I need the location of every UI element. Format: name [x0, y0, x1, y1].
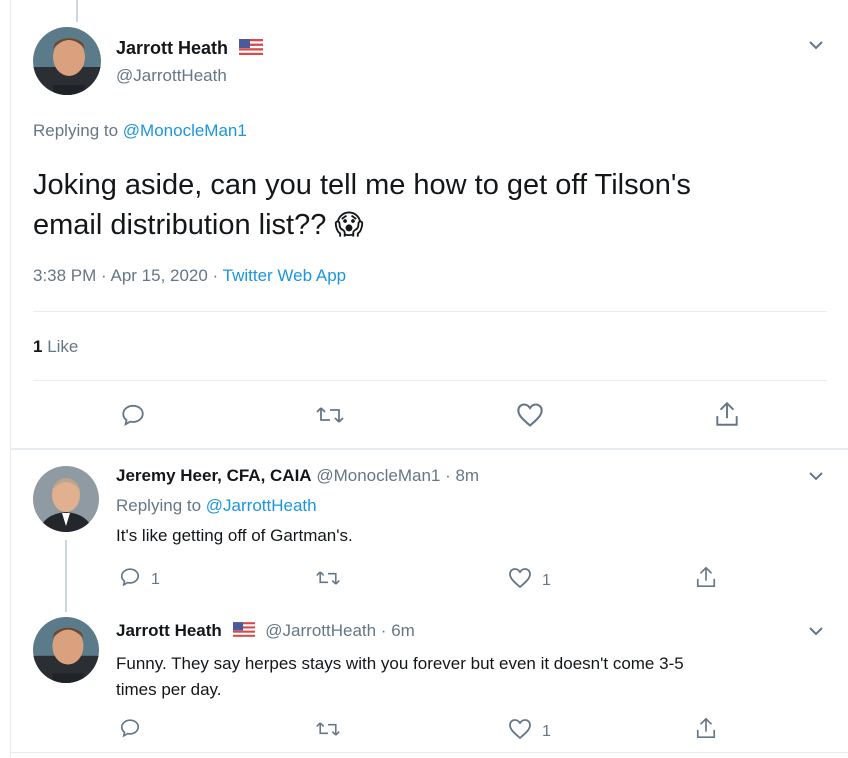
reply-text-line: Funny. They say herpes stays with you fo… — [116, 654, 684, 673]
like-icon — [508, 567, 532, 594]
like-button[interactable] — [516, 402, 544, 433]
reply-icon — [120, 402, 146, 433]
like-icon — [508, 718, 532, 745]
reply-text-line: times per day. — [116, 680, 222, 699]
author-handle-time[interactable]: @MonocleMan1 · 8m — [316, 466, 479, 485]
likes-stat[interactable]: 1 Like — [33, 337, 78, 357]
avatar[interactable] — [33, 27, 101, 95]
divider — [33, 311, 827, 312]
like-button[interactable]: 1 — [508, 567, 551, 594]
author-handle[interactable]: @JarrottHeath — [116, 66, 227, 86]
like-button[interactable]: 1 — [508, 718, 551, 745]
retweet-icon — [315, 718, 341, 745]
thread-connector-line — [65, 540, 67, 612]
tweet-source[interactable]: Twitter Web App — [223, 266, 346, 285]
share-icon — [695, 565, 717, 594]
us-flag-icon — [239, 38, 264, 60]
thread-connector-line — [76, 0, 78, 22]
likes-count: 1 — [33, 337, 43, 356]
share-button[interactable] — [695, 565, 717, 594]
share-button[interactable] — [714, 400, 740, 433]
us-flag-icon — [232, 621, 255, 642]
divider — [33, 380, 827, 381]
divider — [11, 752, 848, 753]
replying-to: Replying to @JarrottHeath — [116, 496, 317, 516]
retweet-button[interactable] — [315, 718, 341, 745]
share-icon — [695, 716, 717, 745]
replying-to: Replying to @MonocleMan1 — [33, 121, 247, 141]
avatar[interactable] — [33, 617, 99, 683]
share-icon — [714, 400, 740, 433]
reply-button[interactable]: 1 — [119, 566, 160, 593]
tweet-timestamp[interactable]: 3:38 PM · Apr 15, 2020 · — [33, 266, 218, 285]
like-count: 1 — [542, 722, 551, 740]
replying-to-link[interactable]: @MonocleMan1 — [123, 121, 247, 140]
replying-prefix: Replying to — [33, 121, 119, 140]
retweet-button[interactable] — [315, 402, 345, 433]
chevron-down-icon[interactable] — [808, 624, 824, 642]
reply-header: Jarrott Heath @JarrottHeath · 6m — [116, 621, 415, 642]
share-button[interactable] — [695, 716, 717, 745]
emoji: 😱 — [334, 209, 364, 240]
divider — [11, 448, 848, 450]
retweet-icon — [315, 567, 341, 594]
likes-label: Like — [47, 337, 79, 356]
chevron-down-icon[interactable] — [808, 469, 824, 487]
tweet-text: Joking aside, can you tell me how to get… — [33, 165, 691, 245]
author-name[interactable]: Jarrott Heath — [116, 38, 228, 58]
avatar[interactable] — [33, 466, 99, 532]
reply-count: 1 — [151, 570, 160, 588]
author-name[interactable]: Jarrott Heath — [116, 621, 222, 640]
chevron-down-icon[interactable] — [808, 38, 824, 56]
reply-button[interactable] — [119, 717, 141, 744]
author-name[interactable]: Jeremy Heer, CFA, CAIA — [116, 466, 312, 485]
tweet-text-line: Joking aside, can you tell me how to get… — [33, 169, 691, 201]
author-handle-time[interactable]: @JarrottHeath · 6m — [265, 621, 415, 640]
tweet-text-line: email distribution list?? 😱 — [33, 209, 364, 241]
retweet-icon — [315, 402, 345, 433]
reply-text: Funny. They say herpes stays with you fo… — [116, 651, 684, 703]
reply-text: It's like getting off of Gartman's. — [116, 526, 353, 545]
like-count: 1 — [542, 571, 551, 589]
tweet-meta: 3:38 PM · Apr 15, 2020 · Twitter Web App — [33, 266, 346, 286]
like-icon — [516, 402, 544, 433]
reply-button[interactable] — [120, 402, 146, 433]
tweet-thread: Jarrott Heath @JarrottHeath Replying to … — [10, 0, 848, 758]
retweet-button[interactable] — [315, 567, 341, 594]
replying-prefix: Replying to — [116, 496, 202, 515]
reply-icon — [119, 717, 141, 744]
reply-icon — [119, 566, 141, 593]
reply-header: Jeremy Heer, CFA, CAIA @MonocleMan1 · 8m — [116, 466, 479, 486]
replying-to-link[interactable]: @JarrottHeath — [206, 496, 317, 515]
